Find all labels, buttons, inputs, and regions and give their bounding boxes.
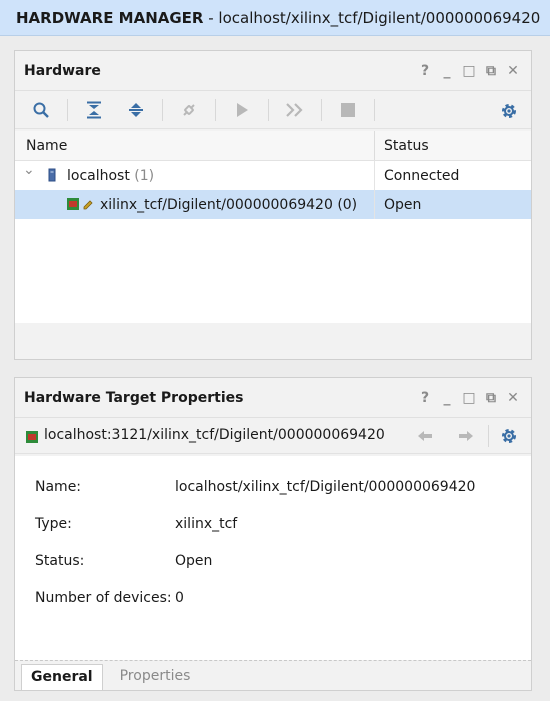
hardware-window-controls: ? _ □ ⧉ ✕	[415, 61, 523, 81]
titlebar-subtitle: - localhost/xilinx_tcf/Digilent/00000006…	[203, 9, 541, 27]
tree-row-count: (0)	[337, 196, 358, 213]
property-label-type: Type:	[35, 516, 72, 532]
toolbar-separator	[268, 98, 269, 121]
maximize-button[interactable]: □	[459, 388, 479, 408]
minimize-button[interactable]: _	[437, 61, 457, 81]
minimize-button[interactable]: _	[437, 388, 457, 408]
property-value-name: localhost/xilinx_tcf/Digilent/0000000694…	[175, 479, 476, 495]
properties-tabs: General Properties	[15, 660, 531, 690]
titlebar-title: HARDWARE MANAGER	[16, 9, 204, 27]
forward-button[interactable]	[454, 424, 478, 448]
properties-path-bar: localhost:3121/xilinx_tcf/Digilent/00000…	[15, 418, 531, 454]
auto-connect-icon	[183, 103, 195, 116]
hardware-target-icon	[67, 198, 79, 210]
server-icon	[48, 168, 56, 182]
settings-button[interactable]	[497, 99, 521, 123]
back-button[interactable]	[413, 424, 437, 448]
stop-icon	[341, 102, 355, 117]
gear-icon	[502, 104, 516, 118]
help-button[interactable]: ?	[415, 388, 435, 408]
tab-properties[interactable]: Properties	[111, 664, 200, 690]
property-value-type: xilinx_tcf	[175, 516, 238, 532]
maximize-button[interactable]: □	[459, 61, 479, 81]
search-button[interactable]	[25, 96, 57, 124]
tree-row-label: xilinx_tcf/Digilent/000000069420	[100, 196, 333, 213]
float-button[interactable]: ⧉	[481, 388, 501, 408]
arrow-left-icon	[418, 431, 432, 441]
fast-forward-icon	[286, 102, 303, 117]
arrow-right-icon	[459, 431, 473, 441]
toolbar-separator	[321, 98, 322, 121]
expand-all-button[interactable]	[120, 96, 152, 124]
auto-connect-button[interactable]	[173, 96, 205, 124]
run-icon	[237, 102, 248, 117]
property-value-status: Open	[175, 553, 213, 569]
hardware-panel-title: Hardware	[24, 63, 101, 79]
property-label-name: Name:	[35, 479, 82, 495]
toolbar-separator	[374, 98, 375, 121]
toolbar-separator	[67, 98, 68, 121]
toolbar-separator	[162, 98, 163, 121]
gear-icon	[502, 429, 516, 443]
toolbar-separator	[215, 98, 216, 121]
float-button[interactable]: ⧉	[481, 61, 501, 81]
collapse-all-button[interactable]	[78, 96, 110, 124]
chevron-down-icon[interactable]: ⌄	[23, 162, 35, 178]
search-icon	[33, 102, 49, 118]
hardware-panel-header: Hardware ? _ □ ⧉ ✕	[15, 51, 531, 91]
tree-row-label: localhost	[67, 167, 130, 184]
property-value-number-of-devices: 0	[175, 590, 184, 606]
toolbar-separator	[488, 425, 489, 447]
hardware-toolbar	[15, 91, 531, 129]
tree-row-target[interactable]: xilinx_tcf/Digilent/000000069420 (0) Ope…	[15, 190, 531, 219]
target-path: localhost:3121/xilinx_tcf/Digilent/00000…	[44, 427, 385, 443]
properties-window-controls: ? _ □ ⧉ ✕	[415, 388, 523, 408]
tree-row-status: Open	[384, 196, 422, 213]
hardware-tree-table: Name Status ⌄ localhost (1) Connected xi…	[15, 131, 531, 323]
property-label-status: Status:	[35, 553, 85, 569]
column-header-name[interactable]: Name	[15, 131, 375, 160]
tree-row-localhost[interactable]: ⌄ localhost (1) Connected	[15, 161, 531, 190]
fast-forward-button[interactable]	[279, 96, 311, 124]
property-label-number-of-devices: Number of devices:	[35, 590, 172, 606]
stop-button[interactable]	[332, 96, 364, 124]
collapse-all-icon	[87, 101, 101, 118]
settings-button[interactable]	[497, 424, 521, 448]
tree-row-status: Connected	[384, 167, 460, 184]
expand-all-icon	[129, 102, 143, 117]
properties-panel-title: Hardware Target Properties	[24, 390, 244, 406]
column-header-status[interactable]: Status	[375, 131, 429, 160]
help-button[interactable]: ?	[415, 61, 435, 81]
hardware-panel: Hardware ? _ □ ⧉ ✕ Name Status ⌄ localho…	[14, 50, 532, 360]
pencil-icon	[83, 200, 93, 210]
hardware-target-icon	[26, 431, 38, 443]
properties-panel-header: Hardware Target Properties ? _ □ ⧉ ✕	[15, 378, 531, 418]
properties-body: Name: localhost/xilinx_tcf/Digilent/0000…	[15, 456, 531, 660]
tree-header: Name Status	[15, 131, 531, 161]
hardware-manager-titlebar: HARDWARE MANAGER - localhost/xilinx_tcf/…	[0, 0, 550, 36]
tab-general[interactable]: General	[21, 664, 103, 690]
run-button[interactable]	[226, 96, 258, 124]
close-button[interactable]: ✕	[503, 61, 523, 81]
tree-row-count: (1)	[134, 167, 155, 184]
hardware-target-properties-panel: Hardware Target Properties ? _ □ ⧉ ✕ loc…	[14, 377, 532, 691]
close-button[interactable]: ✕	[503, 388, 523, 408]
